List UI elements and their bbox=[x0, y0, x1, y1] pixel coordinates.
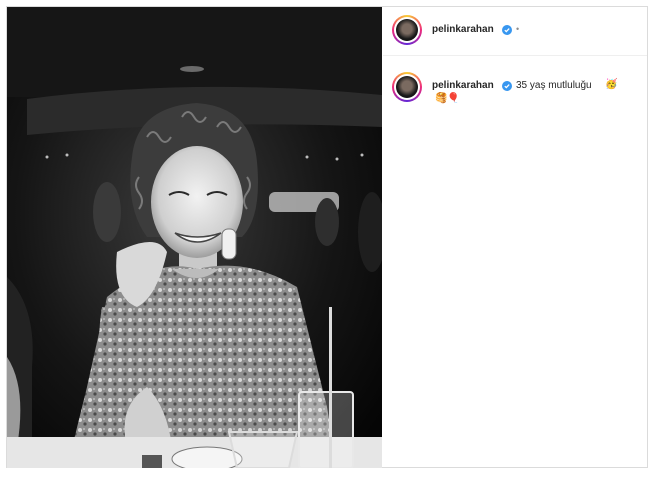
more-options-icon[interactable]: • bbox=[516, 24, 520, 34]
post-header: pelinkarahan • bbox=[383, 7, 647, 56]
caption-text: 35 yaş mutluluğu bbox=[516, 80, 592, 91]
pancakes-emoji: 🥞 bbox=[435, 93, 448, 104]
header-username[interactable]: pelinkarahan bbox=[432, 24, 494, 35]
caption-avatar[interactable] bbox=[392, 72, 422, 102]
verified-badge-icon bbox=[502, 25, 512, 35]
avatar[interactable] bbox=[392, 15, 422, 45]
balloon-emoji: 🎈 bbox=[447, 93, 460, 104]
caption-verified-badge-icon bbox=[502, 81, 512, 91]
post-side-panel: pelinkarahan • pelinkarahan 35 yaş mutlu… bbox=[383, 7, 647, 468]
party-face-emoji: 🥳 bbox=[605, 79, 618, 90]
caption-username[interactable]: pelinkarahan bbox=[432, 80, 494, 91]
photo-image bbox=[7, 7, 382, 468]
post-photo[interactable] bbox=[7, 7, 382, 468]
